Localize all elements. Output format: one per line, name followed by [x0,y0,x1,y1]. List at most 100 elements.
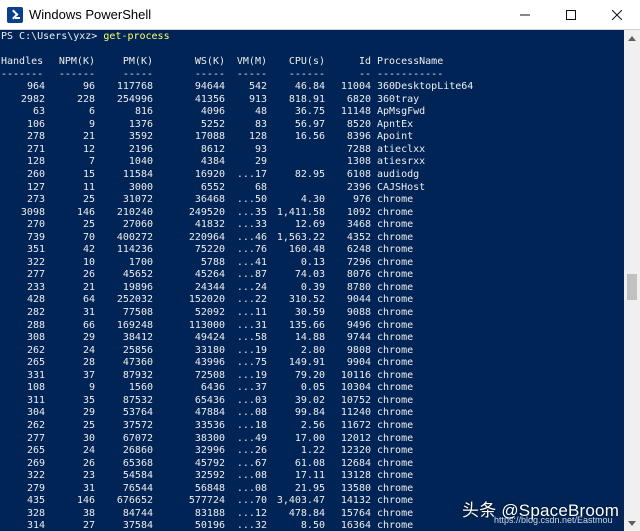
console-output[interactable]: PS C:\Users\yxz> get-process Handles NPM(… [0,30,624,531]
cell-handles: 322 [26,256,45,268]
cell-vmm: ...58 [236,332,267,344]
cell-id: 11004 [340,81,371,93]
cell-handles: 262 [26,344,45,356]
table-row: 2982 228 254996 41356 913 818.91 6820 360tray [1,94,624,107]
cell-npmk: 21 [82,281,95,293]
cell-wsk: 47884 [194,407,225,419]
cell-wsk: 43996 [194,357,225,369]
cell-wsk: 52092 [194,307,225,319]
cell-id: 1308 [346,156,371,168]
cell-wsk: ----- [194,68,225,80]
table-row: 233 21 19896 24344 ...24 0.39 8780 chrome [1,282,624,295]
table-row: 269 26 65368 45792 ...67 61.08 12684 chrome [1,458,624,471]
cell-cpus: 1.22 [300,445,325,457]
cell-cpus: 36.75 [294,106,325,118]
cell-npmk: 66 [82,319,95,331]
cell-handles: 262 [26,419,45,431]
cell-cpus: 160.48 [288,244,325,256]
scroll-down-button[interactable] [624,515,640,531]
cell-wsk: 6436 [200,382,225,394]
cell-pmk: 3000 [128,181,153,193]
cell-cpus: 0.05 [300,382,325,394]
cell-pmk: 37572 [122,419,153,431]
table-row: 108 9 1560 6436 ...37 0.05 10304 chrome [1,382,624,395]
cell-wsk: 4384 [200,156,225,168]
cell-vmm: ...49 [236,432,267,444]
cell-cpus: 21.95 [294,482,325,494]
cell-cpus: CPU(s) [288,56,325,68]
cell-pmk: 19896 [122,281,153,293]
cell-vmm: ...41 [236,256,267,268]
cell-npmk: 64 [82,294,95,306]
cell-vmm: ...17 [236,169,267,181]
cell-cpus [267,144,325,157]
cell-processname: chrome [377,294,414,306]
cell-pmk: 254996 [116,93,153,105]
table-row: 331 37 87932 72508 ...19 79.20 10116 chrome [1,370,624,383]
cell-pmk: 3592 [128,131,153,143]
cell-npmk: 146 [76,206,95,218]
cell-vmm: ...08 [236,407,267,419]
cell-cpus: 39.02 [294,394,325,406]
cell-vmm: ...12 [236,507,267,519]
table-row: 273 25 31072 36468 ...50 4.30 976 chrome [1,194,624,207]
cell-handles: 3098 [20,206,45,218]
cell-vmm: ...76 [236,244,267,256]
table-row: 311 35 87532 65436 ...03 39.02 10752 chrome [1,395,624,408]
cell-id: 7288 [346,143,371,155]
cell-wsk: 36468 [194,194,225,206]
table-row: 304 29 53764 47884 ...08 99.84 11240 chrome [1,407,624,420]
cell-processname: ProcessName [377,56,444,68]
minimize-button[interactable] [502,0,548,30]
cell-id: 16364 [340,520,371,531]
table-row: 308 29 38412 49424 ...58 14.88 9744 chrome [1,332,624,345]
cell-wsk: 6552 [200,181,225,193]
table-row: 262 25 37572 33536 ...18 2.56 11672 chrome [1,420,624,433]
cell-cpus: 3,403.47 [276,495,325,507]
cell-processname: chrome [377,445,414,457]
cell-id: 9808 [346,344,371,356]
cell-vmm: 93 [254,143,267,155]
cell-id: 2396 [346,181,371,193]
cell-wsk: 75220 [194,244,225,256]
cell-wsk: 16920 [194,169,225,181]
cell-handles: 331 [26,369,45,381]
maximize-button[interactable] [548,0,594,30]
table-row: 277 26 45652 45264 ...87 74.03 8076 chrome [1,269,624,282]
cell-cpus: 16.56 [294,131,325,143]
scroll-up-button[interactable] [624,30,640,46]
cell-pmk: 1376 [128,118,153,130]
vertical-scrollbar[interactable] [624,30,640,531]
cell-npmk: 25 [82,194,95,206]
cell-handles: 273 [26,194,45,206]
command-text: get-process [103,31,170,42]
cell-handles: 739 [26,231,45,243]
cell-npmk: 35 [82,394,95,406]
cell-handles: 278 [26,131,45,143]
cell-npmk: 31 [82,482,95,494]
cell-processname: audiodg [377,169,420,181]
cell-id: 3468 [346,219,371,231]
cell-id: 10304 [340,382,371,394]
cell-wsk: 33536 [194,419,225,431]
cell-vmm: ...46 [236,231,267,243]
cell-vmm: ...18 [236,419,267,431]
cell-npmk: 15 [82,169,95,181]
title-bar[interactable]: Windows PowerShell [0,0,640,30]
cell-processname: atiesrxx [377,156,426,168]
table-row: 106 9 1376 5252 83 56.97 8520 ApntEx [1,119,624,132]
cell-vmm: ...26 [236,445,267,457]
cell-id: 6820 [346,93,371,105]
cell-npmk: 96 [82,81,95,93]
cell-id: 13128 [340,470,371,482]
cell-vmm: 83 [254,118,267,130]
cell-processname: chrome [377,244,414,256]
close-button[interactable] [594,0,640,30]
cell-processname: chrome [377,307,414,319]
cell-pmk: 31072 [122,194,153,206]
scrollbar-thumb[interactable] [627,274,637,300]
cell-npmk: ------ [58,68,95,80]
cell-handles: 279 [26,482,45,494]
table-row: 262 24 25856 33180 ...19 2.80 9808 chrome [1,345,624,358]
